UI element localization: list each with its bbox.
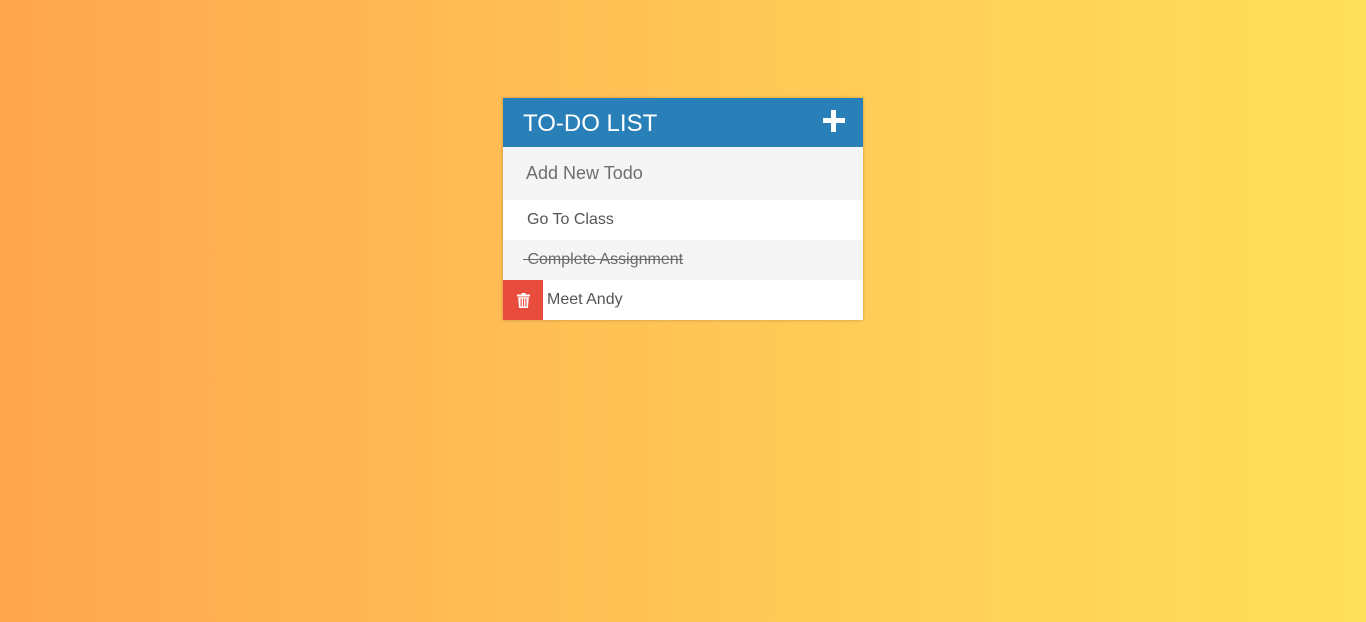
trash-icon — [516, 292, 530, 308]
new-todo-input[interactable] — [503, 147, 863, 200]
todo-item[interactable]: Go To Class — [503, 200, 863, 240]
todo-text: Complete Assignment — [527, 251, 684, 268]
delete-button[interactable] — [503, 280, 543, 320]
todo-item[interactable]: Meet Andy — [503, 280, 863, 320]
todo-card: TO-DO LIST Go To Class — [503, 98, 863, 320]
todo-text: Go To Class — [527, 211, 614, 228]
todo-header: TO-DO LIST — [503, 98, 863, 147]
todo-item[interactable]: Complete Assignment — [503, 240, 863, 280]
todo-list: Go To Class Complete Assignment Meet And… — [503, 200, 863, 320]
page-title: TO-DO LIST — [523, 109, 658, 137]
plus-icon[interactable] — [823, 109, 845, 132]
todo-text: Meet Andy — [547, 291, 623, 308]
